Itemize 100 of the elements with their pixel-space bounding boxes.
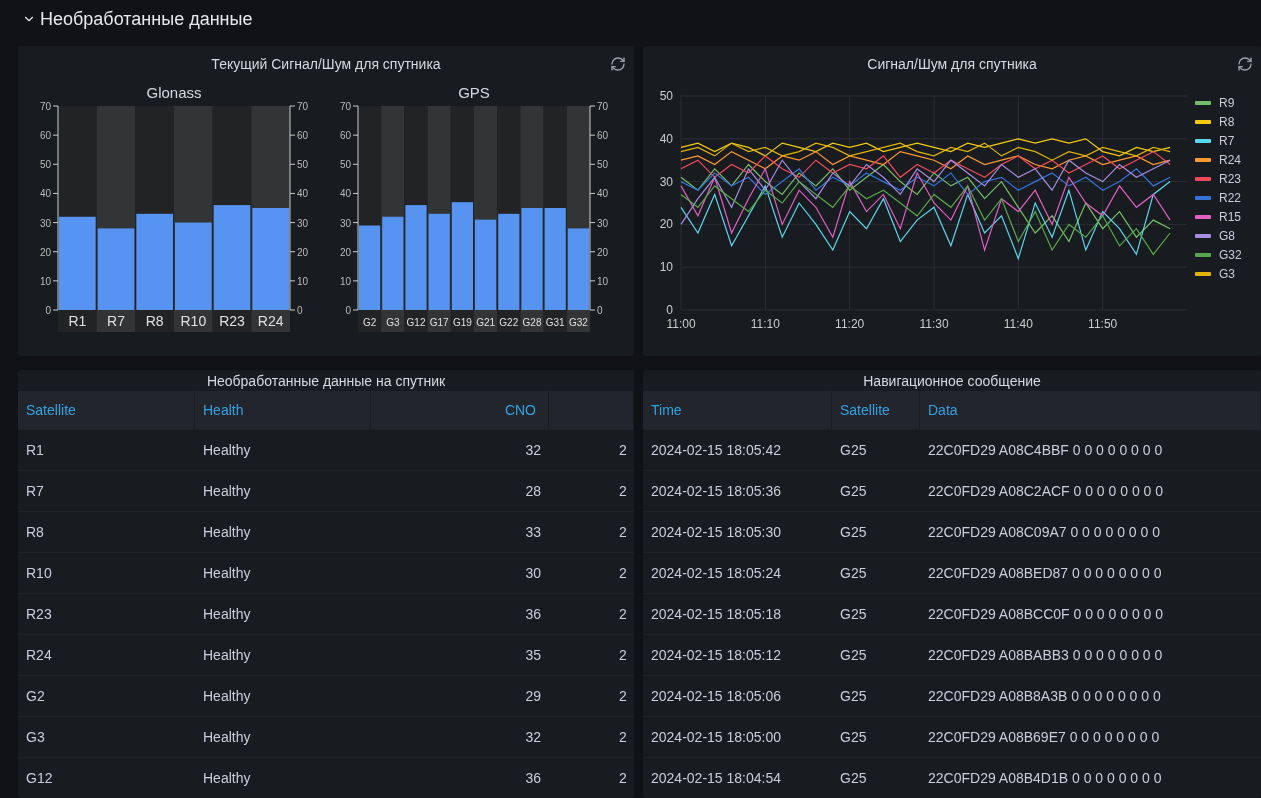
axis-label: 50 xyxy=(39,159,51,171)
table-cell: 22C0FD29 A08B69E7 0 0 0 0 0 0 0 0 xyxy=(920,716,1261,757)
axis-label: 11:50 xyxy=(1088,317,1118,331)
table-cell: 22C0FD29 A08C2ACF 0 0 0 0 0 0 0 0 xyxy=(920,470,1261,511)
table-cell: 2 xyxy=(549,634,634,675)
axis-label: 10 xyxy=(597,275,609,287)
section-title[interactable]: Необработанные данные xyxy=(40,8,253,30)
category-label: G19 xyxy=(452,317,472,328)
axis-label: 20 xyxy=(659,217,673,232)
legend-label[interactable]: R24 xyxy=(1219,153,1241,167)
table-cell: 36 xyxy=(371,593,549,634)
legend-label[interactable]: R22 xyxy=(1219,191,1241,205)
axis-label: 20 xyxy=(39,246,51,258)
axis-label: 20 xyxy=(339,246,351,258)
axis-label: 40 xyxy=(297,188,309,200)
refresh-icon[interactable] xyxy=(1237,56,1253,72)
table-cell: 22C0FD29 A08BABB3 0 0 0 0 0 0 0 0 xyxy=(920,634,1261,675)
table-cell: G25 xyxy=(832,470,920,511)
axis-label: 70 xyxy=(339,101,351,112)
axis-label: 40 xyxy=(659,131,673,146)
axis-label: 30 xyxy=(297,217,309,229)
table-cell: 2 xyxy=(549,552,634,593)
table-cell: 2 xyxy=(549,593,634,634)
axis-label: 11:00 xyxy=(666,317,696,331)
table-cell: G25 xyxy=(832,593,920,634)
axis-label: 40 xyxy=(39,188,51,200)
table-cell: Healthy xyxy=(195,716,371,757)
table-cell: 22C0FD29 A08C09A7 0 0 0 0 0 0 0 0 xyxy=(920,511,1261,552)
table-cell: 29 xyxy=(371,675,549,716)
table-cell: G25 xyxy=(832,429,920,470)
table-cell: 30 xyxy=(371,552,549,593)
axis-label: 0 xyxy=(45,305,51,316)
table-cell: R1 xyxy=(18,429,195,470)
table-cell: Healthy xyxy=(195,511,371,552)
table-cell: G25 xyxy=(832,511,920,552)
table-cell: 32 xyxy=(371,716,549,757)
axis-label: 20 xyxy=(297,246,309,258)
legend-label[interactable]: G8 xyxy=(1219,229,1235,243)
table-cell: 2 xyxy=(549,716,634,757)
axis-label: 10 xyxy=(39,275,51,287)
column-header[interactable]: Data xyxy=(920,391,1261,429)
table-cell: Healthy xyxy=(195,593,371,634)
axis-label: 50 xyxy=(297,159,309,171)
table-cell: 28 xyxy=(371,470,549,511)
legend-label[interactable]: R23 xyxy=(1219,172,1241,186)
axis-label: 11:40 xyxy=(1003,317,1033,331)
table-cell: 2024-02-15 18:04:54 xyxy=(643,757,832,798)
table-cell: 22C0FD29 A08B8A3B 0 0 0 0 0 0 0 0 xyxy=(920,675,1261,716)
table-cell: 36 xyxy=(371,757,549,798)
axis-label: 50 xyxy=(339,159,351,171)
table-cell: 2 xyxy=(549,429,634,470)
column-header[interactable]: Time xyxy=(643,391,832,429)
table-cell: 35 xyxy=(371,634,549,675)
table-cell: Healthy xyxy=(195,429,371,470)
chart-title: GPS xyxy=(458,84,490,101)
axis-label: 0 xyxy=(597,305,603,316)
category-label: G28 xyxy=(522,317,542,328)
axis-label: 60 xyxy=(597,130,609,142)
category-label: G17 xyxy=(429,317,449,328)
axis-label: 0 xyxy=(297,305,303,316)
axis-label: 0 xyxy=(666,303,673,317)
table-cell: Healthy xyxy=(195,757,371,798)
axis-label: 40 xyxy=(597,188,609,200)
column-header[interactable]: Health xyxy=(195,391,371,429)
table-cell: 2024-02-15 18:05:24 xyxy=(643,552,832,593)
panel-title: Сигнал/Шум для спутника xyxy=(867,56,1037,72)
panel-title: Навигационное сообщение xyxy=(863,372,1041,389)
legend-label[interactable]: R7 xyxy=(1219,134,1235,148)
axis-label: 50 xyxy=(597,159,609,171)
table-cell: 2024-02-15 18:05:12 xyxy=(643,634,832,675)
table-cell: R7 xyxy=(18,470,195,511)
table-cell: G25 xyxy=(832,552,920,593)
category-label: G21 xyxy=(476,317,496,328)
category-label: G12 xyxy=(406,317,426,328)
axis-label: 30 xyxy=(597,217,609,229)
axis-label: 11:10 xyxy=(750,317,780,331)
legend-label[interactable]: G3 xyxy=(1219,267,1235,281)
category-label: R1 xyxy=(68,313,87,329)
table-cell: 2024-02-15 18:05:42 xyxy=(643,429,832,470)
legend-label[interactable]: R9 xyxy=(1219,96,1235,110)
table-cell: 2 xyxy=(549,470,634,511)
axis-label: 10 xyxy=(659,260,673,275)
legend-label[interactable]: G32 xyxy=(1219,248,1242,262)
chart-title: Glonass xyxy=(146,84,202,101)
table-cell: G25 xyxy=(832,634,920,675)
refresh-icon[interactable] xyxy=(610,56,626,72)
table-cell: R10 xyxy=(18,552,195,593)
column-header[interactable]: CNO xyxy=(371,391,549,429)
legend-label[interactable]: R8 xyxy=(1219,115,1235,129)
column-header[interactable]: Satellite xyxy=(18,391,195,429)
column-header[interactable]: Satellite xyxy=(832,391,920,429)
table-cell: R8 xyxy=(18,511,195,552)
category-label: G3 xyxy=(386,317,400,328)
table-cell: G25 xyxy=(832,716,920,757)
axis-label: 40 xyxy=(339,188,351,200)
table-cell: 2024-02-15 18:05:06 xyxy=(643,675,832,716)
table-cell: Healthy xyxy=(195,552,371,593)
axis-label: 20 xyxy=(597,246,609,258)
category-label: G32 xyxy=(568,317,588,328)
legend-label[interactable]: R15 xyxy=(1219,210,1241,224)
